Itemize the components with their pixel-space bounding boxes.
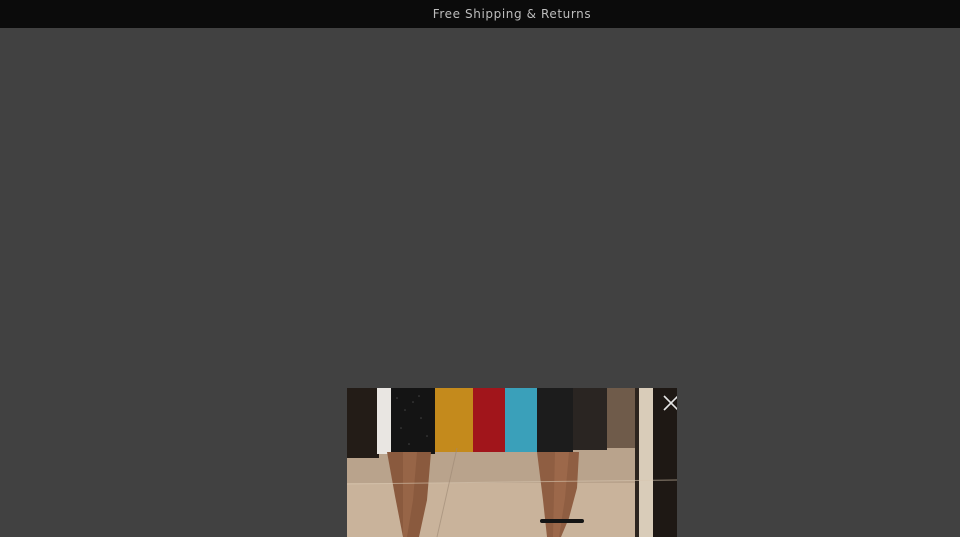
striped-skirt bbox=[377, 388, 607, 454]
promo-modal bbox=[347, 388, 677, 537]
close-button[interactable] bbox=[659, 391, 677, 415]
announcement-text: Free Shipping & Returns bbox=[432, 7, 592, 21]
announcement-bar: Free Shipping & Returns bbox=[0, 0, 960, 28]
promo-image bbox=[347, 388, 677, 537]
close-icon bbox=[663, 395, 677, 411]
